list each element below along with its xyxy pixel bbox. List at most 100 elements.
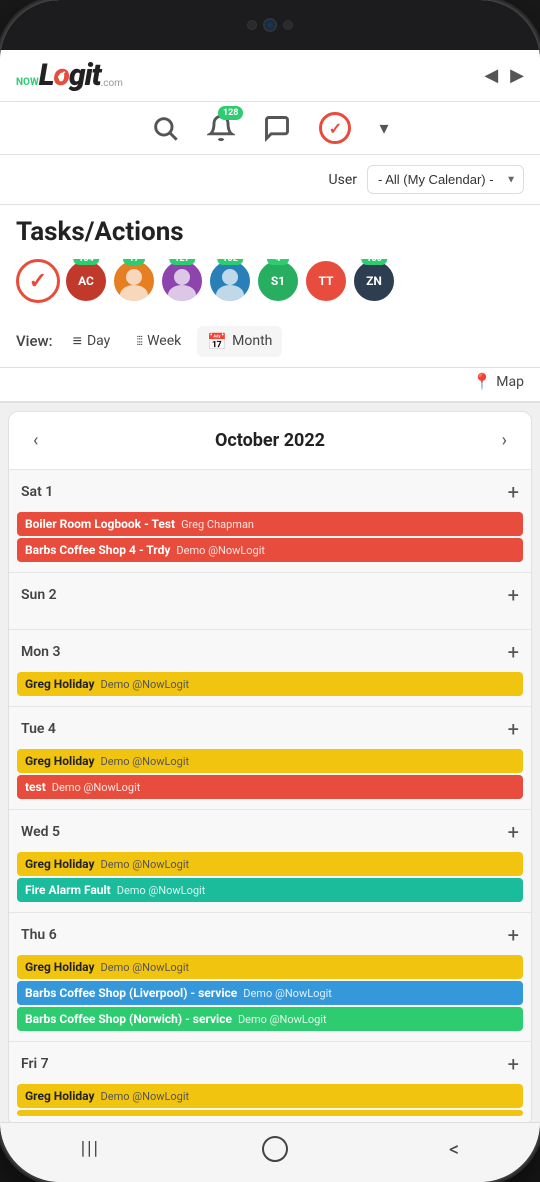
add-event-sun2[interactable]: + <box>508 583 519 607</box>
day-label-tue4: Tue 4 <box>21 721 56 737</box>
event-title-greg-thu6: Greg Holiday <box>25 960 95 974</box>
avatar-s1[interactable]: 4 S1 <box>256 259 300 303</box>
event-boiler-room[interactable]: Boiler Room Logbook - Test Greg Chapman <box>17 512 523 536</box>
calendar-container: ‹ October 2022 › Sat 1 + Boiler Room Log… <box>8 411 532 1122</box>
view-week-btn[interactable]: ⦙⦙⦙ Week <box>126 327 191 355</box>
day-sat1: Sat 1 + Boiler Room Logbook - Test Greg … <box>9 469 531 572</box>
avatar-zn[interactable]: 100 ZN <box>352 259 396 303</box>
user-filter: User - All (My Calendar) - <box>0 155 540 205</box>
event-title-greg-mon3: Greg Holiday <box>25 677 95 691</box>
day-header-sat1: Sat 1 + <box>9 470 531 510</box>
bottom-nav: ||| < <box>0 1122 540 1182</box>
day-icon: ≡ <box>73 331 82 351</box>
calendar-header: ‹ October 2022 › <box>9 412 531 469</box>
day-header-tue4: Tue 4 + <box>9 707 531 747</box>
logo-text: NOW Lo✓git .com <box>16 58 123 93</box>
user-select-wrapper[interactable]: - All (My Calendar) - <box>367 165 524 194</box>
event-user-greg-mon3: Demo @NowLogit <box>101 678 190 691</box>
nav-next-arrow[interactable]: ▶ <box>510 65 524 86</box>
day-header-fri7: Fri 7 + <box>9 1042 531 1082</box>
nav-prev-arrow[interactable]: ◀ <box>484 65 498 86</box>
event-title-greg-fri7: Greg Holiday <box>25 1089 95 1103</box>
bell-icon-btn[interactable]: 128 <box>207 114 235 142</box>
calendar-prev-btn[interactable]: ‹ <box>25 426 46 455</box>
avatar-circle-p1 <box>112 259 156 303</box>
day-label-wed5: Wed 5 <box>21 824 60 840</box>
icon-toolbar: 128 ✓ ▾ <box>0 102 540 155</box>
user-filter-label: User <box>329 172 357 188</box>
event-title-fire-alarm: Fire Alarm Fault <box>25 883 111 897</box>
event-user-boiler: Greg Chapman <box>181 518 254 531</box>
add-event-mon3[interactable]: + <box>508 640 519 664</box>
event-title-greg-tue4: Greg Holiday <box>25 754 95 768</box>
event-title-boiler: Boiler Room Logbook - Test <box>25 517 175 531</box>
phone-screen: NOW Lo✓git .com ◀ ▶ <box>0 0 540 1182</box>
event-user-test-tue4: Demo @NowLogit <box>52 781 141 794</box>
week-icon: ⦙⦙⦙ <box>136 334 142 349</box>
check-circle-avatar: ✓ <box>16 259 60 303</box>
day-fri7: Fri 7 + Greg Holiday Demo @NowLogit <box>9 1041 531 1122</box>
view-month-btn[interactable]: 📅 Month <box>197 326 282 357</box>
event-test-tue4[interactable]: test Demo @NowLogit <box>17 775 523 799</box>
logo-o: o✓ <box>53 58 68 93</box>
check-target-icon-btn[interactable]: ✓ <box>319 112 351 144</box>
add-event-fri7[interactable]: + <box>508 1052 519 1076</box>
day-wed5: Wed 5 + Greg Holiday Demo @NowLogit Fire… <box>9 809 531 912</box>
day-sun2: Sun 2 + <box>9 572 531 629</box>
day-label-fri7: Fri 7 <box>21 1056 49 1072</box>
avatar-badge-s1: 4 <box>267 259 289 265</box>
event-fire-alarm[interactable]: Fire Alarm Fault Demo @NowLogit <box>17 878 523 902</box>
check-target: ✓ <box>319 112 351 144</box>
event-greg-holiday-fri7[interactable]: Greg Holiday Demo @NowLogit <box>17 1084 523 1108</box>
view-selector: View: ≡ Day ⦙⦙⦙ Week 📅 Month <box>0 315 540 368</box>
event-user-greg-thu6: Demo @NowLogit <box>101 961 190 974</box>
event-greg-holiday-tue4[interactable]: Greg Holiday Demo @NowLogit <box>17 749 523 773</box>
add-event-thu6[interactable]: + <box>508 923 519 947</box>
event-barbs-norwich[interactable]: Barbs Coffee Shop (Norwich) - service De… <box>17 1007 523 1031</box>
yellow-bar-fri7 <box>17 1110 523 1116</box>
add-event-wed5[interactable]: + <box>508 820 519 844</box>
camera-sensor <box>283 20 293 30</box>
message-icon-btn[interactable] <box>263 114 291 142</box>
camera-notch <box>210 12 330 38</box>
day-thu6: Thu 6 + Greg Holiday Demo @NowLogit Barb… <box>9 912 531 1041</box>
view-label: View: <box>16 332 53 350</box>
avatar-p1[interactable]: 17 <box>112 259 156 303</box>
event-user-barbs-liverpool: Demo @NowLogit <box>243 987 332 1000</box>
dropdown-arrow-btn[interactable]: ▾ <box>379 118 388 139</box>
event-user-greg-wed5: Demo @NowLogit <box>101 858 190 871</box>
add-event-sat1[interactable]: + <box>508 480 519 504</box>
event-greg-holiday-mon3[interactable]: Greg Holiday Demo @NowLogit <box>17 672 523 696</box>
event-user-greg-tue4: Demo @NowLogit <box>101 755 190 768</box>
top-bar <box>0 0 540 50</box>
avatar-p2[interactable]: 127 <box>160 259 204 303</box>
event-user-greg-fri7: Demo @NowLogit <box>101 1090 190 1103</box>
day-label-sat1: Sat 1 <box>21 484 53 500</box>
event-greg-holiday-wed5[interactable]: Greg Holiday Demo @NowLogit <box>17 852 523 876</box>
gesture-nav[interactable]: ||| <box>81 1138 100 1159</box>
back-nav[interactable]: < <box>449 1137 459 1161</box>
event-title-barbs-norwich: Barbs Coffee Shop (Norwich) - service <box>25 1012 232 1026</box>
event-user-barbs-trdy: Demo @NowLogit <box>176 544 265 557</box>
event-user-fire-alarm: Demo @NowLogit <box>117 884 206 897</box>
home-nav[interactable] <box>262 1136 288 1162</box>
avatar-check[interactable]: ✓ <box>16 259 60 303</box>
toolbar-dropdown-arrow: ▾ <box>379 118 388 139</box>
event-barbs-liverpool[interactable]: Barbs Coffee Shop (Liverpool) - service … <box>17 981 523 1005</box>
avatar-p3[interactable]: 102 <box>208 259 252 303</box>
calendar-next-btn[interactable]: › <box>494 426 515 455</box>
avatar-tt[interactable]: TT <box>304 259 348 303</box>
view-map-btn[interactable]: 📍 Map <box>472 372 524 391</box>
event-greg-holiday-thu6[interactable]: Greg Holiday Demo @NowLogit <box>17 955 523 979</box>
user-select[interactable]: - All (My Calendar) - <box>367 165 524 194</box>
event-user-barbs-norwich: Demo @NowLogit <box>238 1013 327 1026</box>
view-day-btn[interactable]: ≡ Day <box>63 325 121 357</box>
avatar-ac[interactable]: 104 AC <box>64 259 108 303</box>
avatar-badge-p1: 17 <box>123 259 145 265</box>
event-barbs-trdy[interactable]: Barbs Coffee Shop 4 - Trdy Demo @NowLogi… <box>17 538 523 562</box>
month-icon: 📅 <box>207 332 227 351</box>
logo-com: .com <box>101 78 123 89</box>
search-icon-btn[interactable] <box>151 114 179 142</box>
camera-lens <box>263 18 277 32</box>
add-event-tue4[interactable]: + <box>508 717 519 741</box>
